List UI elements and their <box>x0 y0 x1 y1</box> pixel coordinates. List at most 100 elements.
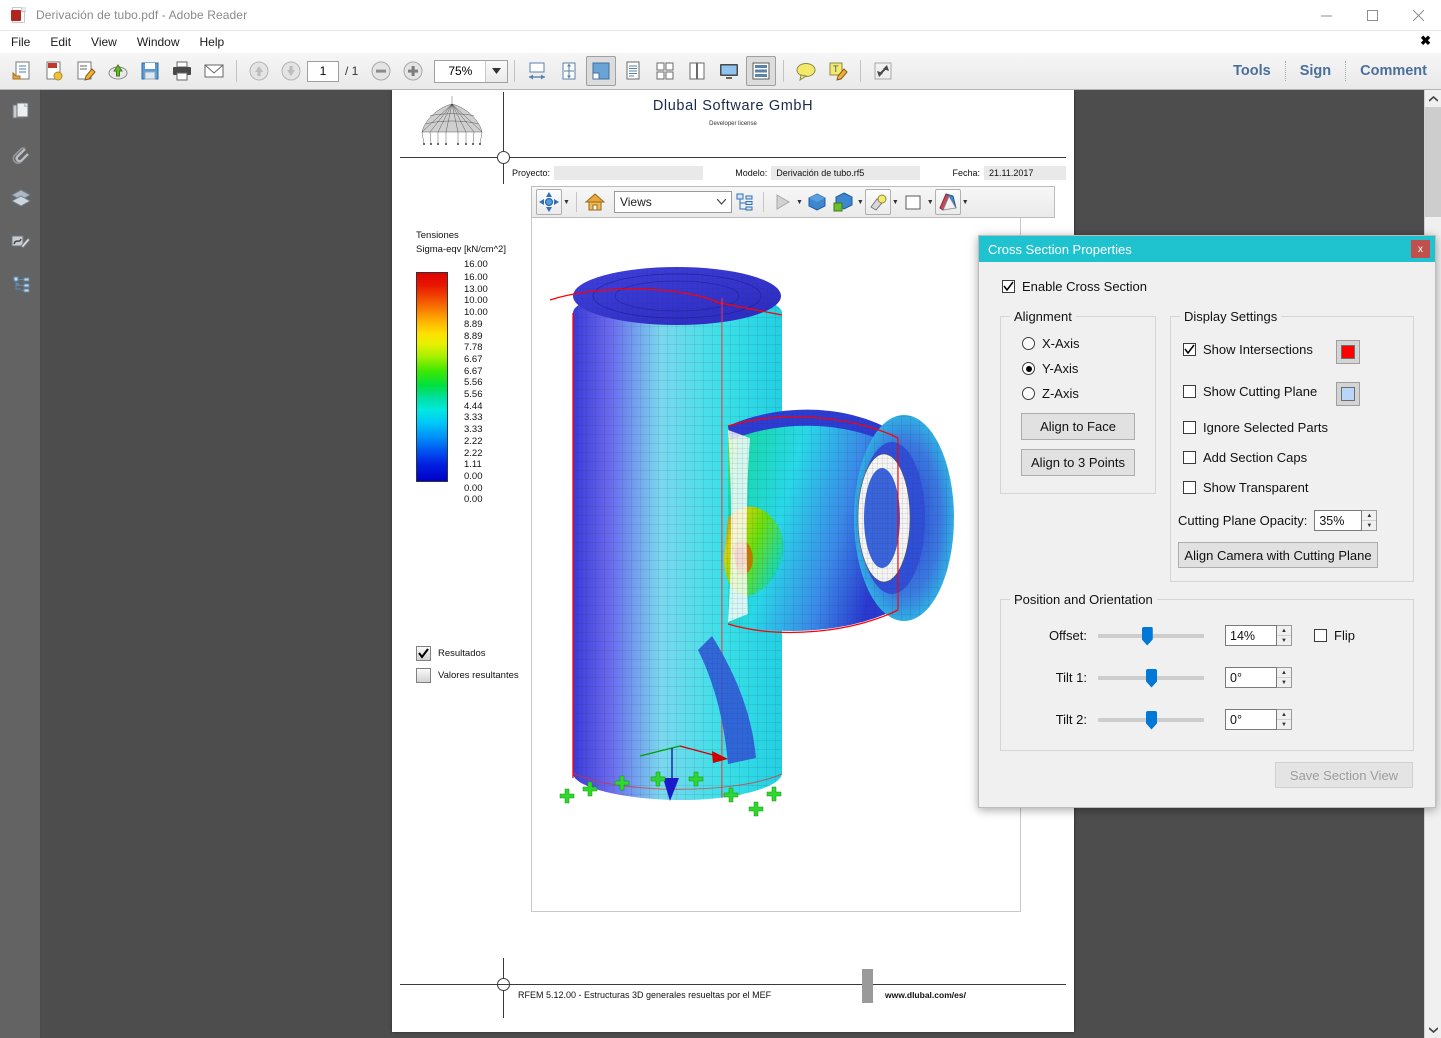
add-section-caps-row[interactable]: Add Section Caps <box>1183 450 1307 465</box>
menu-edit[interactable]: Edit <box>41 32 80 52</box>
fit-width-icon[interactable] <box>522 56 552 86</box>
checkbox-box[interactable] <box>416 646 431 662</box>
two-page-icon[interactable] <box>650 56 680 86</box>
footer-url[interactable]: www.dlubal.com/es/ <box>885 990 966 1000</box>
scrolling-mode-icon[interactable] <box>746 56 777 86</box>
save-section-view-button[interactable]: Save Section View <box>1275 762 1413 788</box>
page-number-input[interactable]: 1 <box>307 60 339 82</box>
3d-model-canvas[interactable] <box>531 218 1021 912</box>
maximize-button[interactable] <box>1349 0 1395 31</box>
cross-section-dropdown-icon[interactable]: ▼ <box>962 199 969 206</box>
alignment-option-y-axis[interactable]: Y-Axis <box>1022 361 1078 376</box>
play-animation-icon[interactable] <box>769 189 795 215</box>
radio-z-axis[interactable] <box>1022 387 1035 400</box>
create-pdf-icon[interactable] <box>39 56 69 86</box>
zoom-in-icon[interactable] <box>398 56 428 86</box>
edit-pdf-icon[interactable] <box>71 56 101 86</box>
spinner-up-icon[interactable]: ▲ <box>1277 710 1291 720</box>
background-color-icon[interactable] <box>900 189 926 215</box>
legend-checkbox-resultados[interactable]: Resultados <box>416 646 536 662</box>
spinner-down-icon[interactable]: ▼ <box>1277 636 1291 645</box>
close-document-icon[interactable]: ✖ <box>1420 34 1431 48</box>
play-dropdown-icon[interactable]: ▼ <box>796 199 803 206</box>
spinner-down-icon[interactable]: ▼ <box>1362 521 1376 530</box>
show-intersections-checkbox[interactable] <box>1183 343 1196 356</box>
email-icon[interactable] <box>199 56 229 86</box>
add-section-caps-checkbox[interactable] <box>1183 451 1196 464</box>
tools-button[interactable]: Tools <box>1219 53 1285 89</box>
cross-section-properties-dialog[interactable]: Cross Section Properties x Enable Cross … <box>978 235 1436 808</box>
fit-visible-icon[interactable] <box>586 56 617 86</box>
layers-icon[interactable] <box>0 176 41 219</box>
tilt1-slider[interactable] <box>1098 668 1204 688</box>
attachments-icon[interactable] <box>0 133 41 176</box>
save-icon[interactable] <box>135 56 165 86</box>
lighting-dropdown-icon[interactable]: ▼ <box>892 199 899 206</box>
menu-window[interactable]: Window <box>128 32 189 52</box>
use-default-render-icon[interactable] <box>804 189 830 215</box>
legend-checkbox-valores-resultantes[interactable]: Valores resultantes <box>416 668 536 684</box>
comment-button[interactable]: Comment <box>1346 53 1441 89</box>
flip-row[interactable]: Flip <box>1314 628 1355 643</box>
bookmarks-icon[interactable] <box>0 262 41 305</box>
tilt2-slider[interactable] <box>1098 710 1204 730</box>
ignore-selected-parts-row[interactable]: Ignore Selected Parts <box>1183 420 1328 435</box>
align-to-3-points-button[interactable]: Align to 3 Points <box>1021 449 1135 476</box>
highlight-text-icon[interactable]: T <box>823 56 853 86</box>
close-button[interactable] <box>1395 0 1441 31</box>
lighting-icon[interactable] <box>864 189 891 215</box>
spinner-up-icon[interactable]: ▲ <box>1277 668 1291 678</box>
page-down-icon[interactable] <box>276 56 306 86</box>
scroll-up-arrow-icon[interactable] <box>1425 90 1441 107</box>
page-thumbnails-icon[interactable] <box>0 90 41 133</box>
align-camera-with-cutting-plane-button[interactable]: Align Camera with Cutting Plane <box>1178 542 1378 568</box>
slider-thumb[interactable] <box>1146 710 1157 730</box>
spinner-up-icon[interactable]: ▲ <box>1277 626 1291 636</box>
minimize-button[interactable] <box>1303 0 1349 31</box>
background-color-dropdown-icon[interactable]: ▼ <box>927 199 934 206</box>
fit-page-icon[interactable] <box>554 56 584 86</box>
print-icon[interactable] <box>167 56 197 86</box>
upload-cloud-icon[interactable] <box>103 56 133 86</box>
two-page-scrolling-icon[interactable] <box>682 56 712 86</box>
tilt1-input[interactable]: 0° <box>1225 667 1277 688</box>
menu-file[interactable]: File <box>2 32 39 52</box>
views-dropdown[interactable]: Views <box>613 191 732 213</box>
render-dropdown-icon[interactable]: ▼ <box>857 199 864 206</box>
alignment-option-x-axis[interactable]: X-Axis <box>1022 336 1080 351</box>
zoom-level-value[interactable]: 75% <box>435 64 485 78</box>
dialog-close-button[interactable]: x <box>1411 240 1430 258</box>
checkbox-box[interactable] <box>416 668 431 684</box>
comment-bubble-icon[interactable] <box>791 56 821 86</box>
home-view-icon[interactable] <box>582 189 608 215</box>
scroll-down-arrow-icon[interactable] <box>1425 1021 1441 1038</box>
offset-input[interactable]: 14% <box>1225 625 1277 646</box>
zoom-out-icon[interactable] <box>366 56 396 86</box>
dialog-titlebar[interactable]: Cross Section Properties x <box>979 236 1435 262</box>
show-cutting-plane-checkbox[interactable] <box>1183 385 1196 398</box>
cutting-plane-opacity-input[interactable]: 35% <box>1314 510 1363 531</box>
slider-thumb[interactable] <box>1141 626 1153 646</box>
show-intersections-row[interactable]: Show Intersections <box>1183 342 1313 357</box>
spinner-down-icon[interactable]: ▼ <box>1277 720 1291 729</box>
rotate-tool-icon[interactable] <box>536 189 562 215</box>
zoom-level-combobox[interactable]: 75% <box>434 59 509 83</box>
show-cutting-plane-row[interactable]: Show Cutting Plane <box>1183 384 1317 399</box>
alignment-option-z-axis[interactable]: Z-Axis <box>1022 386 1079 401</box>
radio-x-axis[interactable] <box>1022 337 1035 350</box>
flip-checkbox[interactable] <box>1314 629 1327 642</box>
model-render-mode-icon[interactable] <box>830 189 856 215</box>
sign-button[interactable]: Sign <box>1286 53 1345 89</box>
slider-thumb[interactable] <box>1146 668 1157 688</box>
open-file-icon[interactable] <box>7 56 37 86</box>
tilt2-spinner[interactable]: ▲ ▼ <box>1277 709 1292 730</box>
menu-help[interactable]: Help <box>191 32 234 52</box>
cutting-plane-color-button[interactable] <box>1336 382 1360 406</box>
intersections-color-button[interactable] <box>1336 340 1360 364</box>
radio-y-axis[interactable] <box>1022 362 1035 375</box>
cutting-plane-opacity-spinner[interactable]: ▲ ▼ <box>1362 510 1378 531</box>
show-transparent-row[interactable]: Show Transparent <box>1183 480 1309 495</box>
scrollbar-thumb[interactable] <box>1425 107 1441 217</box>
enable-cross-section-checkbox[interactable] <box>1002 280 1015 293</box>
menu-view[interactable]: View <box>82 32 126 52</box>
